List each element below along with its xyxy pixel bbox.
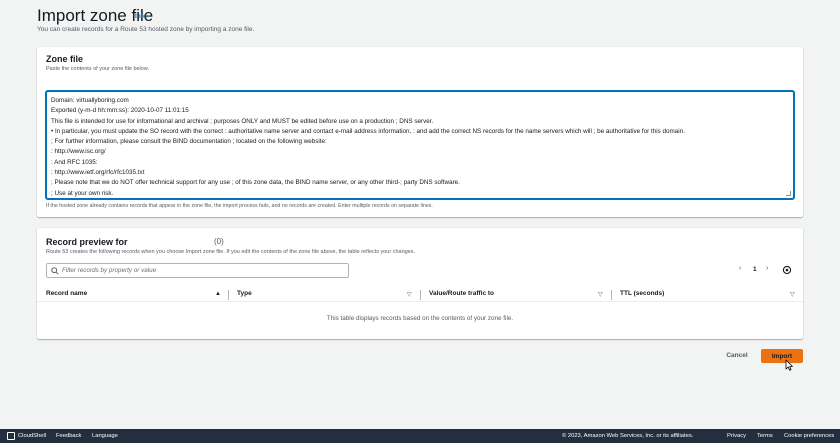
copyright-text: © 2023, Amazon Web Services, Inc. or its…: [562, 433, 694, 439]
zone-line: ; For further information, please consul…: [51, 138, 327, 146]
zone-line: : http://www.ietf.org/rfc/rfc1035.txt: [51, 169, 145, 177]
zone-file-panel: Zone file Paste the contents of your zon…: [37, 47, 803, 217]
zone-file-hint: If the hosted zone already contains reco…: [46, 203, 433, 209]
current-page-number[interactable]: 1: [753, 266, 757, 273]
filter-placeholder: Filter records by property or value: [62, 267, 157, 274]
column-divider[interactable]: [611, 290, 612, 300]
zone-line: This file is intended for use for inform…: [51, 117, 434, 125]
terms-link[interactable]: Terms: [757, 433, 773, 439]
language-link[interactable]: Language: [92, 433, 118, 439]
search-icon: [51, 267, 59, 275]
column-divider[interactable]: [228, 290, 229, 300]
zone-file-title: Zone file: [46, 54, 84, 64]
sort-icon[interactable]: ▽: [407, 291, 412, 298]
cookie-preferences-link[interactable]: Cookie preferences: [784, 433, 834, 439]
column-header-value[interactable]: Value/Route traffic to: [429, 290, 494, 297]
zone-line: : And RFC 1035:: [51, 158, 98, 166]
import-button[interactable]: Import: [761, 349, 803, 363]
cancel-button[interactable]: Cancel: [717, 349, 757, 363]
console-footer: CloudShell Feedback Language © 2023, Ama…: [0, 429, 840, 443]
cloudshell-icon[interactable]: [7, 432, 15, 440]
page-header: Import zone file Info You can create rec…: [0, 0, 840, 42]
previous-page-button[interactable]: ‹: [739, 265, 741, 272]
zone-line: : http://www.isc.org/: [51, 148, 106, 156]
record-preview-panel: Record preview for (0) Route 53 creates …: [37, 228, 803, 339]
filter-records-input[interactable]: Filter records by property or value: [46, 263, 349, 278]
sort-icon[interactable]: ▽: [598, 291, 603, 298]
zone-line: ; Please note that we do NOT offer techn…: [51, 179, 460, 187]
sort-icon[interactable]: ▽: [790, 291, 795, 298]
table-header: Record name ▲ Type ▽ Value/Route traffic…: [37, 288, 803, 302]
gear-icon[interactable]: [782, 265, 792, 275]
next-page-button[interactable]: ›: [766, 265, 768, 272]
zone-file-subtitle: Paste the contents of your zone file bel…: [46, 66, 150, 72]
info-link[interactable]: Info: [135, 13, 147, 20]
column-header-record-name[interactable]: Record name: [46, 290, 87, 297]
feedback-link[interactable]: Feedback: [56, 433, 81, 439]
empty-table-message: This table displays records based on the…: [326, 315, 514, 322]
record-preview-subtitle: Route 53 creates the following records w…: [46, 249, 416, 255]
record-preview-title: Record preview for: [46, 237, 128, 247]
resize-handle[interactable]: [786, 191, 791, 196]
zone-line: Exported (y-m-d hh:mm:ss): 2020-10-07 11…: [51, 107, 189, 115]
record-count: (0): [214, 237, 224, 246]
privacy-link[interactable]: Privacy: [727, 433, 746, 439]
column-header-type[interactable]: Type: [237, 290, 252, 297]
sort-ascending-icon[interactable]: ▲: [215, 291, 221, 297]
zone-line: Domain: virtuallyboring.com: [51, 97, 129, 104]
zone-line: • In particular, you must update the SO …: [51, 127, 685, 135]
page-description: You can create records for a Route 53 ho…: [37, 26, 255, 33]
column-divider[interactable]: [420, 290, 421, 300]
column-header-ttl[interactable]: TTL (seconds): [620, 290, 664, 297]
mouse-pointer-icon: [785, 359, 793, 371]
zone-line: ; Use at your own risk.: [51, 189, 114, 197]
zone-file-textarea[interactable]: Domain: virtuallyboring.com Exported (y-…: [46, 91, 794, 199]
cloudshell-link[interactable]: CloudShell: [18, 433, 46, 439]
